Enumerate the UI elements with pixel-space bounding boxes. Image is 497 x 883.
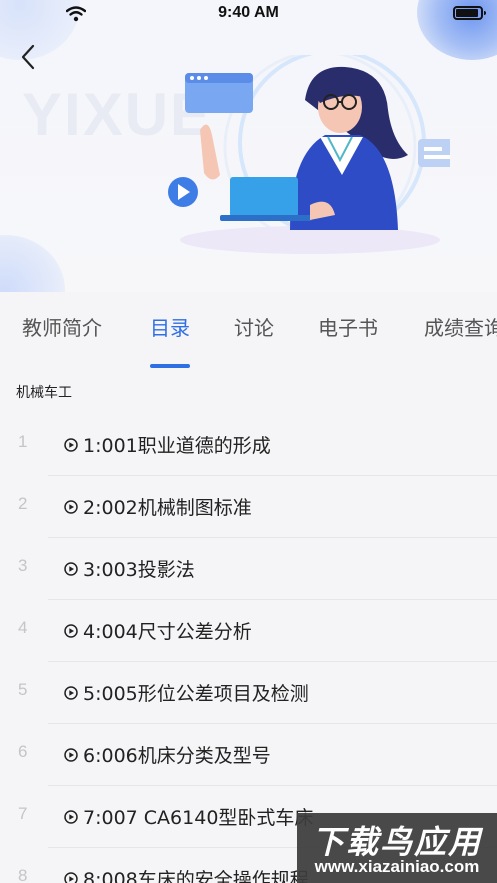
play-circle-icon [64, 624, 78, 638]
battery-icon [453, 6, 486, 20]
course-title: 机械车工 [16, 385, 72, 401]
catalog-panel: 机械车工 1 1:001职业道德的形成 2 2:002机械制图标准 3 3:00… [0, 369, 497, 883]
chapter-row[interactable]: 5 5:005形位公差项目及检测 [0, 662, 497, 724]
tab-catalog[interactable]: 目录 [150, 312, 190, 341]
chapter-row[interactable]: 4 4:004尺寸公差分析 [0, 600, 497, 662]
watermark-url: www.xiazainiao.com [314, 857, 480, 876]
back-arrow-icon[interactable] [16, 42, 42, 72]
chapter-title: 7:007 CA6140型卧式车床 [83, 807, 314, 829]
status-time: 9:40 AM [218, 4, 279, 21]
chapter-title: 5:005形位公差项目及检测 [83, 683, 309, 705]
chapter-number: 3 [18, 556, 28, 575]
tab-discussion[interactable]: 讨论 [234, 312, 274, 341]
app-screen: YIXUE 9:40 AM 教师简介 目录 讨论 电子书 成绩查询 机械车工 1… [0, 0, 497, 883]
chapter-number: 4 [18, 618, 28, 637]
chapter-row[interactable]: 1 1:001职业道德的形成 [0, 414, 497, 476]
chapter-number: 6 [18, 742, 28, 761]
status-bar: 9:40 AM [0, 0, 497, 30]
tab-grade-query[interactable]: 成绩查询 [424, 312, 497, 341]
chapter-number: 5 [18, 680, 28, 699]
chapter-number: 8 [18, 866, 28, 883]
play-circle-icon [64, 748, 78, 762]
chapter-row[interactable]: 6 6:006机床分类及型号 [0, 724, 497, 786]
decor-blob [0, 235, 65, 292]
chapter-number: 2 [18, 494, 28, 513]
play-circle-icon [64, 562, 78, 576]
chapter-row[interactable]: 2 2:002机械制图标准 [0, 476, 497, 538]
chapter-title: 3:003投影法 [83, 559, 195, 581]
download-site-watermark: 下载鸟应用 www.xiazainiao.com [297, 813, 497, 883]
chapter-title: 8:008车床的安全操作规程 [83, 869, 309, 883]
tab-ebook[interactable]: 电子书 [318, 312, 378, 341]
play-circle-icon [64, 872, 78, 883]
active-tab-indicator [150, 364, 190, 368]
chapter-title: 6:006机床分类及型号 [83, 745, 271, 767]
chapter-title: 1:001职业道德的形成 [83, 435, 271, 457]
play-circle-icon [64, 810, 78, 824]
chapter-row[interactable]: 3 3:003投影法 [0, 538, 497, 600]
chapter-title: 2:002机械制图标准 [83, 497, 252, 519]
play-circle-icon [64, 686, 78, 700]
course-banner: YIXUE [0, 0, 497, 292]
play-circle-icon [64, 500, 78, 514]
tab-teacher-intro[interactable]: 教师简介 [22, 312, 102, 341]
tab-bar: 教师简介 目录 讨论 电子书 成绩查询 [0, 292, 497, 369]
chapter-title: 4:004尺寸公差分析 [83, 621, 252, 643]
teacher-illustration [168, 55, 450, 254]
play-circle-icon [64, 438, 78, 452]
chapter-number: 7 [18, 804, 28, 823]
chapter-number: 1 [18, 432, 28, 451]
